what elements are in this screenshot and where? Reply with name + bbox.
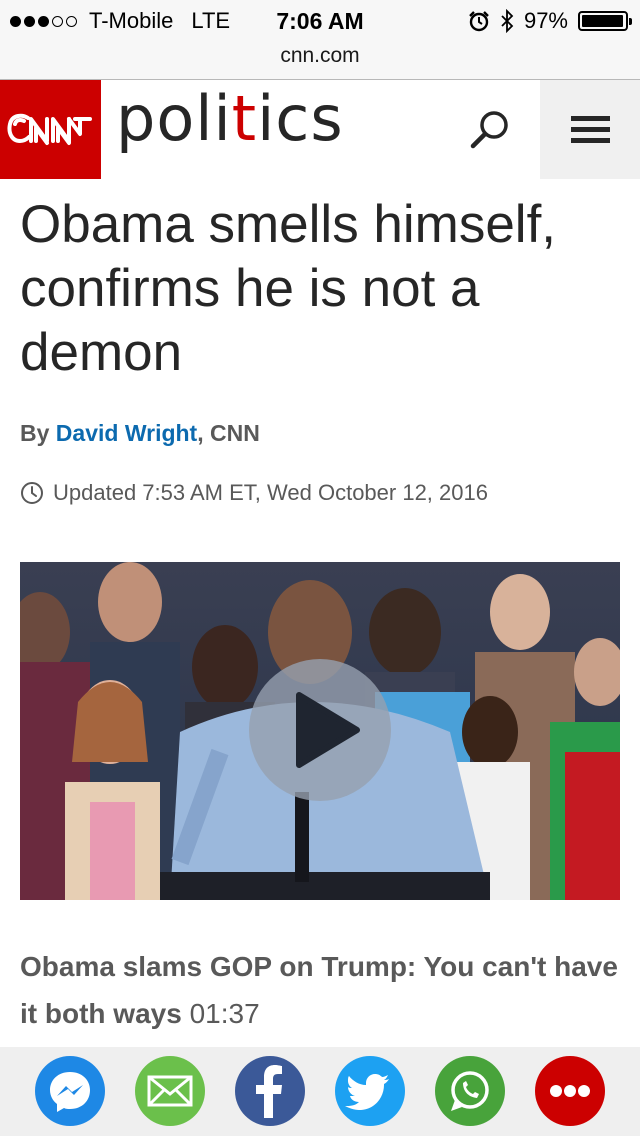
byline-source: , CNN (197, 420, 260, 446)
twitter-icon (335, 1056, 405, 1126)
section-title[interactable]: politics (116, 82, 344, 155)
site-header: politics (0, 80, 640, 179)
cnn-logo[interactable] (0, 80, 101, 179)
menu-button[interactable] (540, 80, 640, 179)
facebook-share-button[interactable] (235, 1056, 305, 1126)
video-player[interactable] (20, 562, 620, 900)
clock-icon (21, 482, 43, 504)
whatsapp-share-button[interactable] (435, 1056, 505, 1126)
cnn-logo-wordmark (7, 113, 92, 145)
status-bar: T-Mobile LTE 7:06 AM 97% (0, 0, 640, 40)
facebook-icon (235, 1056, 305, 1126)
bluetooth-icon (501, 9, 514, 33)
address-bar[interactable]: cnn.com (0, 40, 640, 80)
article-headline: Obama smells himself, confirms he is not… (20, 195, 557, 382)
share-bar (0, 1047, 640, 1136)
updated-timestamp: Updated 7:53 AM ET, Wed October 12, 2016 (20, 480, 488, 506)
url-text: cnn.com (280, 44, 360, 67)
twitter-share-button[interactable] (335, 1056, 405, 1126)
more-share-button[interactable] (535, 1056, 605, 1126)
video-title: Obama slams GOP on Trump: You can't have… (20, 951, 618, 1029)
play-button[interactable] (249, 659, 391, 801)
battery-icon (578, 11, 632, 31)
video-caption[interactable]: Obama slams GOP on Trump: You can't have… (20, 943, 624, 1037)
more-icon (535, 1056, 605, 1126)
status-right: 97% (468, 8, 632, 34)
author-link[interactable]: David Wright (56, 420, 197, 446)
play-icon (296, 692, 360, 768)
messenger-share-button[interactable] (35, 1056, 105, 1126)
byline-prefix: By (20, 420, 50, 446)
messenger-icon (35, 1056, 105, 1126)
video-duration: 01:37 (189, 998, 260, 1029)
search-button[interactable] (441, 80, 540, 179)
updated-text: Updated 7:53 AM ET, Wed October 12, 2016 (53, 480, 488, 505)
search-icon (470, 111, 508, 149)
whatsapp-icon (435, 1056, 505, 1126)
alarm-icon (469, 11, 489, 32)
byline: By David Wright, CNN (20, 420, 260, 447)
battery-percentage: 97% (523, 8, 568, 33)
email-share-button[interactable] (135, 1056, 205, 1126)
mail-icon (135, 1056, 205, 1126)
